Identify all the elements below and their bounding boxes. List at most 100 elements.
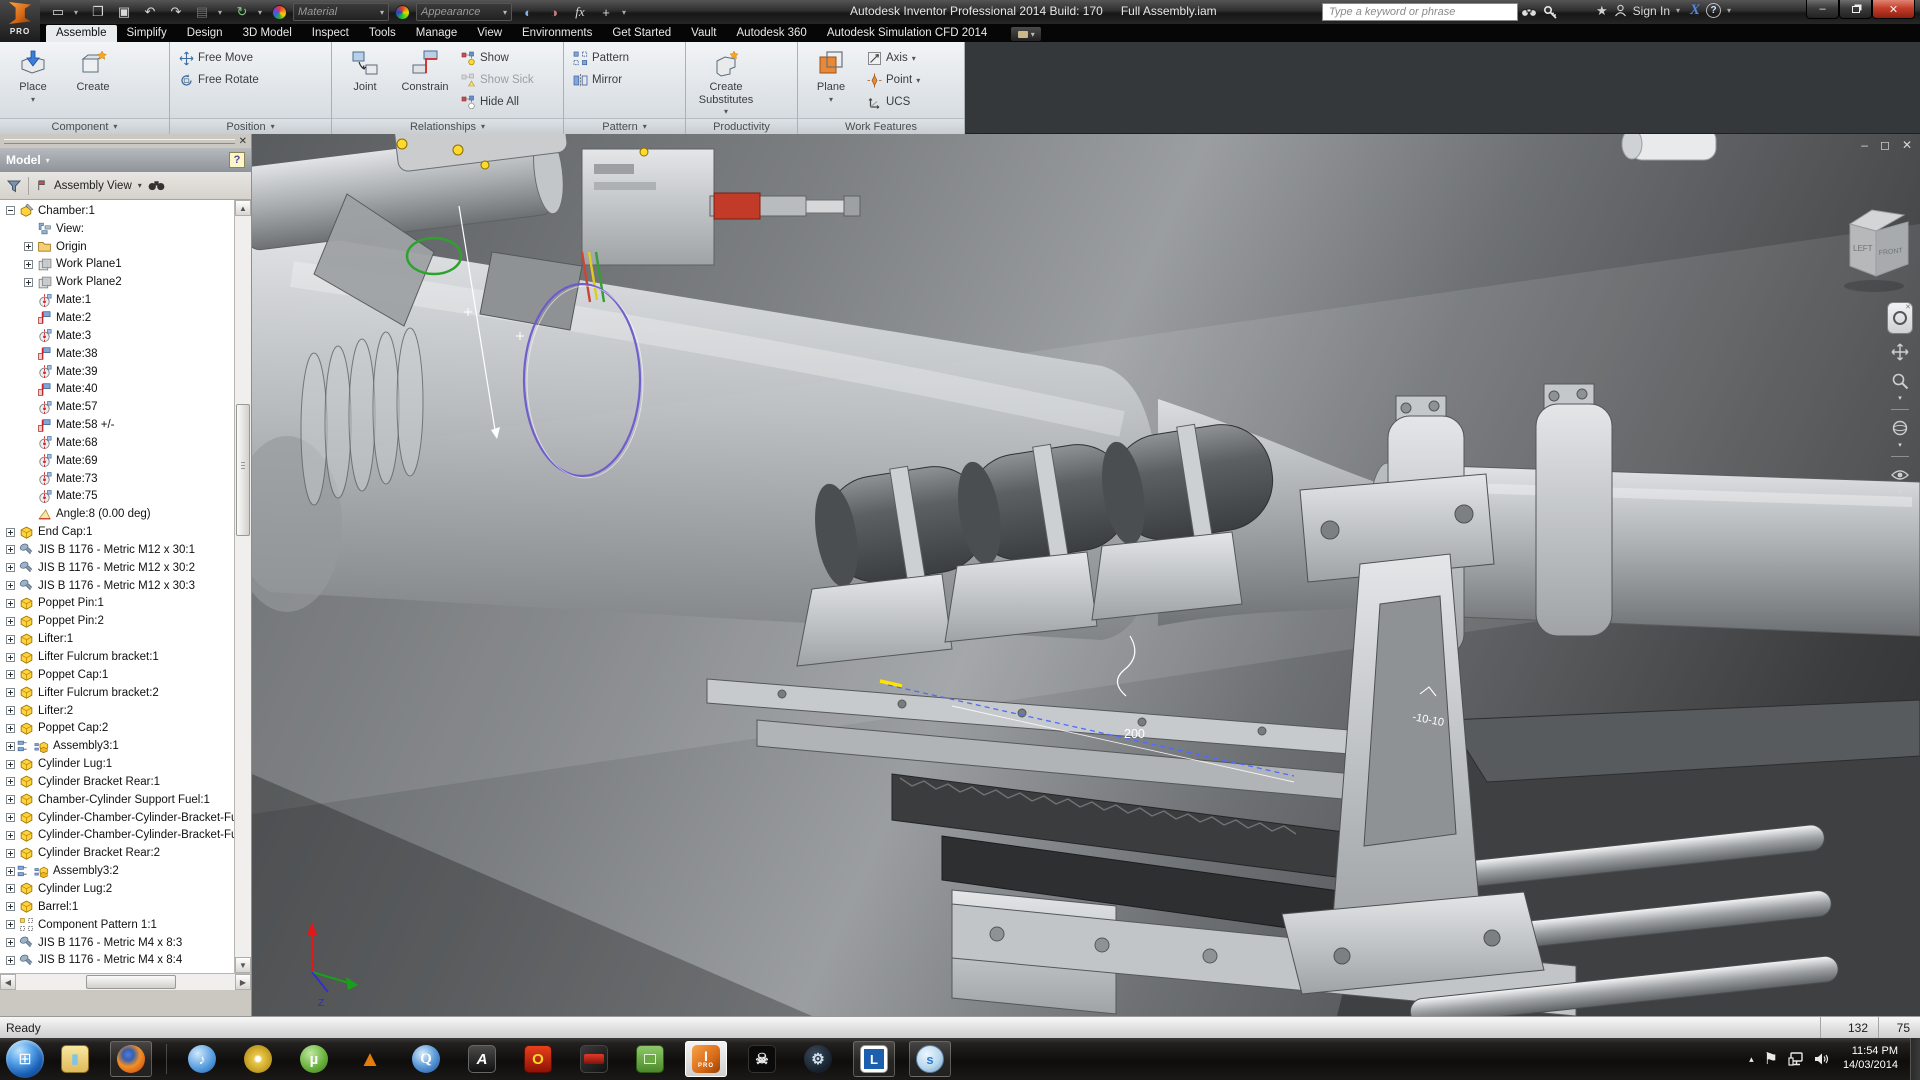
free-move-button[interactable]: Free Move (174, 47, 264, 69)
tree-vertical-scrollbar[interactable]: ▲ ▼ (234, 200, 251, 973)
tree-item-chamber-cylinder-support-fuel-1[interactable]: Chamber-Cylinder Support Fuel:1 (0, 791, 234, 809)
tree-item-jis-b-1176-metric-m12-x-30-1[interactable]: JIS B 1176 - Metric M12 x 30:1 (0, 541, 234, 559)
tree-item-mate-58-[interactable]: Mate:58 +/- (0, 416, 234, 434)
tree-item-jis-b-1176-metric-m4-x-8-3[interactable]: JIS B 1176 - Metric M4 x 8:3 (0, 934, 234, 952)
tab-autodesk-simulation-cfd-2014[interactable]: Autodesk Simulation CFD 2014 (817, 25, 997, 42)
clear-appearance-icon[interactable]: ◑ (544, 3, 564, 21)
look-at-icon[interactable] (1888, 464, 1912, 486)
tree-item-jis-b-1176-metric-m4-x-8-4[interactable]: JIS B 1176 - Metric M4 x 8:4 (0, 951, 234, 969)
axis-button[interactable]: Axis▾ (862, 47, 925, 69)
filter-icon[interactable] (6, 178, 22, 194)
help-icon[interactable]: ? (1706, 3, 1721, 18)
expander-icon[interactable] (6, 724, 15, 733)
application-menu-button[interactable]: PRO (0, 0, 40, 42)
viewport-3d-model[interactable]: 200 -10-10 Z LEFT FRONT (252, 134, 1920, 1016)
search-binoculars-icon[interactable] (1518, 3, 1540, 21)
tree-item-origin[interactable]: Origin (0, 238, 234, 256)
tab-design[interactable]: Design (177, 25, 233, 42)
doc-close-icon[interactable]: ✕ (1902, 138, 1912, 152)
show-sick-button[interactable]: Show Sick (456, 69, 539, 91)
joint-button[interactable]: Joint (336, 45, 394, 117)
taskbar-utorrent-icon[interactable]: µ (293, 1041, 335, 1077)
taskbar-vlc-icon[interactable]: ▲ (349, 1041, 391, 1077)
tree-item-work-plane1[interactable]: Work Plane1 (0, 256, 234, 274)
zoom-icon[interactable] (1888, 370, 1912, 392)
tree-item-mate-2[interactable]: Mate:2 (0, 309, 234, 327)
taskbar-firefox-icon[interactable] (110, 1041, 152, 1077)
taskbar-disc-burner-icon[interactable] (237, 1041, 279, 1077)
expander-icon[interactable] (6, 706, 15, 715)
tree-item-chamber-1[interactable]: Chamber:1 (0, 202, 234, 220)
group-label-pattern[interactable]: Pattern▾ (564, 118, 685, 134)
scroll-up-icon[interactable]: ▲ (235, 200, 251, 216)
qat-overflow-caret-icon[interactable]: ▾ (622, 8, 630, 17)
browser-title-caret-icon[interactable]: ▾ (46, 156, 50, 165)
adjust-appearance-icon[interactable]: ◐ (518, 3, 538, 21)
pattern-button[interactable]: Pattern (568, 47, 634, 69)
undo-icon[interactable]: ↶ (140, 3, 160, 21)
hide-all-button[interactable]: Hide All (456, 91, 539, 113)
print-caret-icon[interactable]: ▾ (218, 8, 226, 17)
tree-item-mate-69[interactable]: Mate:69 (0, 452, 234, 470)
tree-item-barrel-1[interactable]: Barrel:1 (0, 898, 234, 916)
taskbar-device-board-icon[interactable] (629, 1041, 671, 1077)
tab-tools[interactable]: Tools (359, 25, 406, 42)
free-rotate-button[interactable]: Free Rotate (174, 69, 264, 91)
expander-icon[interactable] (6, 777, 15, 786)
tab-get-started[interactable]: Get Started (602, 25, 681, 42)
expander-icon[interactable] (6, 206, 15, 215)
taskbar-windows-explorer-icon[interactable]: ▮ (54, 1041, 96, 1077)
taskbar-labview-icon[interactable]: L (853, 1041, 895, 1077)
close-button[interactable]: ✕ (1872, 0, 1915, 19)
taskbar-splashtop-icon[interactable]: s (909, 1041, 951, 1077)
group-label-position[interactable]: Position▾ (170, 118, 331, 134)
tree-item-cylinder-chamber-cylinder-bracket-fu[interactable]: Cylinder-Chamber-Cylinder-Bracket-Fu (0, 809, 234, 827)
tree-item-component-pattern-1-1[interactable]: Component Pattern 1:1 (0, 916, 234, 934)
exchange-apps-icon[interactable]: X (1690, 2, 1700, 19)
action-center-flag-icon[interactable]: ⚑ (1764, 1049, 1778, 1069)
update-caret-icon[interactable]: ▾ (258, 8, 266, 17)
tab-3d-model[interactable]: 3D Model (233, 25, 302, 42)
expander-icon[interactable] (6, 760, 15, 769)
add-qat-icon[interactable]: + (596, 3, 616, 21)
scroll-down-icon[interactable]: ▼ (235, 957, 251, 973)
new-file-caret-icon[interactable]: ▾ (74, 8, 82, 17)
tree-item-mate-73[interactable]: Mate:73 (0, 470, 234, 488)
expander-icon[interactable] (6, 581, 15, 590)
expander-icon[interactable] (6, 617, 15, 626)
tab-manage[interactable]: Manage (406, 25, 468, 42)
network-icon[interactable] (1788, 1052, 1804, 1066)
tree-item-jis-b-1176-metric-m12-x-30-3[interactable]: JIS B 1176 - Metric M12 x 30:3 (0, 577, 234, 595)
orbit-icon[interactable] (1888, 417, 1912, 439)
start-button[interactable]: ⊞ (6, 1040, 44, 1078)
tree-item-poppet-cap-1[interactable]: Poppet Cap:1 (0, 666, 234, 684)
expander-icon[interactable] (6, 902, 15, 911)
tab-environments[interactable]: Environments (512, 25, 602, 42)
constrain-button[interactable]: Constrain (396, 45, 454, 117)
expander-icon[interactable] (6, 528, 15, 537)
point-button[interactable]: Point▾ (862, 69, 925, 91)
tree-item-lifter-1[interactable]: Lifter:1 (0, 630, 234, 648)
scroll-right-icon[interactable]: ▶ (235, 974, 251, 990)
expander-icon[interactable] (6, 813, 15, 822)
tree-item-angle-8-0-00-deg-[interactable]: Angle:8 (0.00 deg) (0, 505, 234, 523)
tree-horizontal-scrollbar[interactable]: ◀ ▶ (0, 973, 251, 990)
taskbar-itunes-icon[interactable]: ♪ (181, 1041, 223, 1077)
expander-icon[interactable] (24, 278, 33, 287)
ucs-button[interactable]: UCS (862, 91, 925, 113)
expander-icon[interactable] (6, 867, 15, 876)
show-desktop-button[interactable] (1910, 1038, 1920, 1080)
tree-item-assembly3-2[interactable]: Assembly3:2 (0, 862, 234, 880)
plane-button[interactable]: Plane▾ (802, 45, 860, 117)
expander-icon[interactable] (6, 688, 15, 697)
mirror-button[interactable]: Mirror (568, 69, 634, 91)
taskbar-clock[interactable]: 11:54 PM 14/03/2014 (1843, 1045, 1898, 1073)
tab-simplify[interactable]: Simplify (117, 25, 177, 42)
print-icon[interactable]: ▤ (192, 3, 212, 21)
navbar-overflow-caret-icon[interactable]: ▾ (1898, 488, 1902, 496)
tree-item-poppet-pin-1[interactable]: Poppet Pin:1 (0, 595, 234, 613)
find-binoculars-icon[interactable] (148, 179, 165, 192)
help-search-input[interactable]: Type a keyword or phrase (1322, 3, 1518, 21)
sign-in-caret-icon[interactable]: ▾ (1676, 6, 1684, 15)
new-file-icon[interactable]: ▭ (48, 3, 68, 21)
